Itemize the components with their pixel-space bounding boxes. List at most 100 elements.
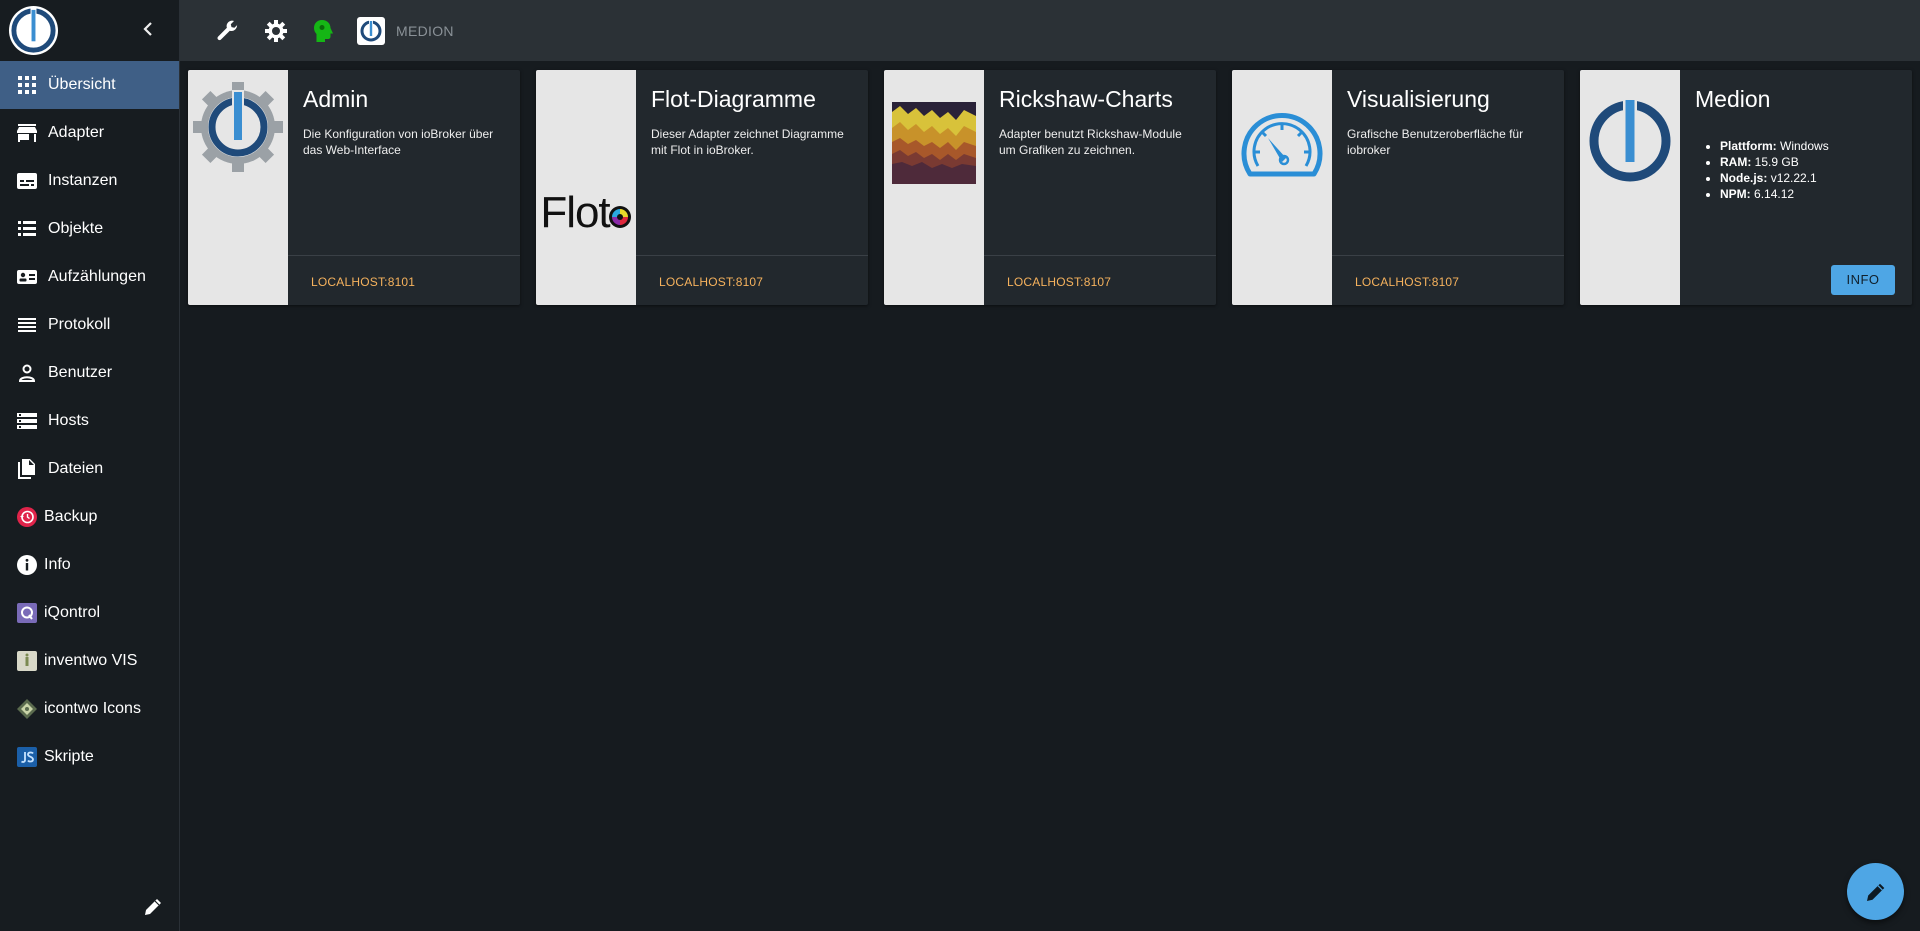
card-body: Flot-Diagramme Dieser Adapter zeichnet D… <box>636 70 868 305</box>
card-link[interactable]: LOCALHOST:8107 <box>1355 275 1459 289</box>
backup-icon <box>16 506 38 528</box>
sidebar-item-label: Backup <box>44 508 98 525</box>
rickshaw-card: Rickshaw-Charts Adapter benutzt Rickshaw… <box>884 70 1216 305</box>
host-info-button[interactable]: INFO <box>1831 265 1895 295</box>
sidebar-item-label: Adapter <box>48 124 105 141</box>
icontwo-icon <box>16 698 38 720</box>
sidebar-item-uebersicht[interactable]: Übersicht <box>0 61 179 109</box>
sidebar-item-instanzen[interactable]: Instanzen <box>0 157 179 205</box>
sidebar-item-label: inventwo VIS <box>44 652 138 669</box>
card-image <box>884 70 984 305</box>
sidebar-item-label: Aufzählungen <box>48 268 146 285</box>
wrench-button[interactable] <box>215 18 241 44</box>
card-divider <box>636 255 868 256</box>
storage-icon <box>16 410 38 432</box>
expert-mode-button[interactable] <box>311 18 337 44</box>
apps-grid-icon <box>16 74 38 96</box>
sidebar-item-dateien[interactable]: Dateien <box>0 445 179 493</box>
sidebar-item-info[interactable]: Info <box>0 541 179 589</box>
card-title: Admin <box>303 86 369 112</box>
sidebar-item-benutzer[interactable]: Benutzer <box>0 349 179 397</box>
store-icon <box>16 122 38 144</box>
info-icon <box>16 554 38 576</box>
card-body: Medion Plattform: Windows RAM: 15.9 GB N… <box>1680 70 1912 305</box>
flot-color-wheel-icon <box>608 205 631 228</box>
card-title: Rickshaw-Charts <box>999 86 1173 112</box>
admin-card: Admin Die Konfiguration von ioBroker übe… <box>188 70 520 305</box>
card-body: Rickshaw-Charts Adapter benutzt Rickshaw… <box>984 70 1216 305</box>
wrench-icon <box>217 20 238 40</box>
chevron-left-icon <box>143 22 152 36</box>
head-brain-icon <box>314 19 333 42</box>
list-icon <box>16 218 38 240</box>
contact-card-icon <box>16 266 38 288</box>
top-toolbar: MEDION <box>180 0 1920 61</box>
lines-icon <box>16 314 38 336</box>
card-image: Flot <box>536 70 636 305</box>
sidebar-item-aufzaehlungen[interactable]: Aufzählungen <box>0 253 179 301</box>
edit-menu-button[interactable] <box>143 897 165 919</box>
files-icon <box>16 458 38 480</box>
sidebar-item-label: Info <box>44 556 71 573</box>
host-card: Medion Plattform: Windows RAM: 15.9 GB N… <box>1580 70 1912 305</box>
card-title: Visualisierung <box>1347 86 1490 112</box>
visualisierung-card: Visualisierung Grafische Benutzeroberflä… <box>1232 70 1564 305</box>
iobroker-logo-icon[interactable] <box>8 5 59 56</box>
sidebar-item-inventwo-vis[interactable]: inventwo VIS <box>0 637 179 685</box>
card-title: Flot-Diagramme <box>651 86 816 112</box>
sidebar-item-label: Benutzer <box>48 364 113 381</box>
iobroker-host-logo-icon <box>1589 98 1671 182</box>
sidebar-header <box>0 0 179 61</box>
rickshaw-chart-logo-icon <box>892 102 976 184</box>
host-logo[interactable] <box>357 16 385 45</box>
sidebar-item-label: Übersicht <box>48 76 116 93</box>
sidebar-item-adapter[interactable]: Adapter <box>0 109 179 157</box>
card-link[interactable]: LOCALHOST:8107 <box>1007 275 1111 289</box>
sidebar-item-iqontrol[interactable]: iQontrol <box>0 589 179 637</box>
sidebar-item-label: iQontrol <box>44 604 101 621</box>
card-divider <box>1332 255 1564 256</box>
host-info-list: Plattform: Windows RAM: 15.9 GB Node.js:… <box>1720 138 1829 202</box>
card-image <box>1232 70 1332 305</box>
pencil-icon <box>145 899 161 915</box>
sidebar-item-hosts[interactable]: Hosts <box>0 397 179 445</box>
host-info-nodejs: Node.js: v12.22.1 <box>1720 170 1829 186</box>
card-link[interactable]: LOCALHOST:8101 <box>311 275 415 289</box>
card-description: Adapter benutzt Rickshaw-Module um Grafi… <box>999 127 1182 157</box>
card-description: Dieser Adapter zeichnet Diagramme mit Fl… <box>651 127 844 157</box>
card-image <box>1580 70 1680 305</box>
card-body: Admin Die Konfiguration von ioBroker übe… <box>288 70 520 305</box>
card-divider <box>288 255 520 256</box>
flot-logo-text: Flot <box>540 187 610 237</box>
card-image <box>188 70 288 305</box>
sidebar-item-icontwo-icons[interactable]: icontwo Icons <box>0 685 179 733</box>
person-icon <box>16 362 38 384</box>
edit-fab-button[interactable] <box>1847 863 1904 920</box>
sidebar-item-label: icontwo Icons <box>44 700 141 717</box>
sidebar-item-label: Dateien <box>48 460 104 477</box>
card-body: Visualisierung Grafische Benutzeroberflä… <box>1332 70 1564 305</box>
gauge-logo-icon <box>1241 113 1323 177</box>
card-link[interactable]: LOCALHOST:8107 <box>659 275 763 289</box>
app-root: Übersicht Adapter Instanzen Objekte Aufz… <box>0 0 1920 931</box>
card-description: Die Konfiguration von ioBroker über das … <box>303 127 494 157</box>
sidebar-item-protokoll[interactable]: Protokoll <box>0 301 179 349</box>
admin-gear-logo-icon <box>193 82 283 172</box>
sidebar-item-label: Hosts <box>48 412 89 429</box>
host-info-npm: NPM: 6.14.12 <box>1720 186 1829 202</box>
sidebar-item-label: Objekte <box>48 220 104 237</box>
javascript-icon <box>16 746 38 768</box>
sidebar-item-skripte[interactable]: Skripte <box>0 733 179 781</box>
sidebar-item-label: Skripte <box>44 748 94 765</box>
sidebar-item-objekte[interactable]: Objekte <box>0 205 179 253</box>
card-divider <box>984 255 1216 256</box>
card-title: Medion <box>1695 86 1771 112</box>
iqontrol-icon <box>16 602 38 624</box>
inventwo-icon <box>16 650 38 672</box>
gear-icon <box>265 19 287 42</box>
subtitles-icon <box>16 170 38 192</box>
settings-button[interactable] <box>263 18 289 44</box>
collapse-sidebar-button[interactable] <box>136 16 160 44</box>
host-info-platform: Plattform: Windows <box>1720 138 1829 154</box>
sidebar-item-backup[interactable]: Backup <box>0 493 179 541</box>
